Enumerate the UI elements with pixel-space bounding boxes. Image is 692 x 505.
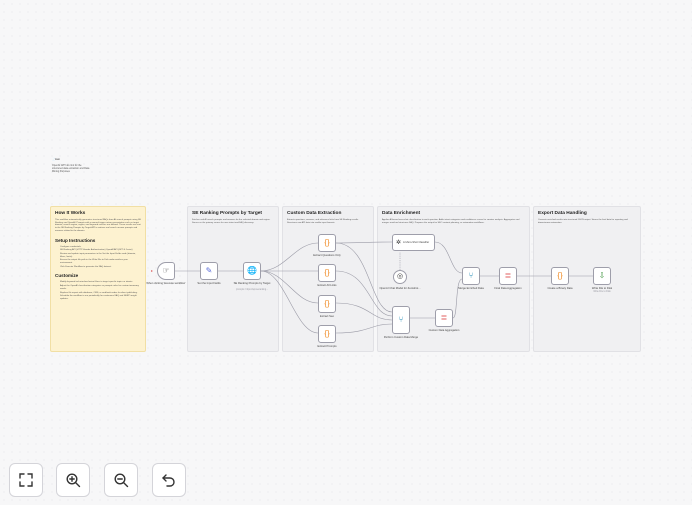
fit-view-button[interactable] — [9, 463, 43, 497]
openai-icon: ◎ — [396, 273, 404, 280]
set-input-label: Set the Input Fields — [197, 282, 221, 285]
binary-label: Create a Binary Data — [547, 287, 573, 290]
merge-custom-label: Perform Custom Data Merge — [383, 336, 419, 339]
extract-prompts-label: Extract Prompts — [317, 345, 337, 348]
trigger-plus-icon[interactable]: ▸ — [151, 268, 153, 273]
se-ranking-node[interactable]: 🌐 — [243, 262, 261, 280]
custom-agg-node[interactable]: ≣ — [435, 309, 453, 327]
se-ranking-label: SE Ranking Prompts by Target — [233, 282, 271, 285]
extract-seo-label: Extract Seo — [320, 315, 334, 318]
classifier-label: AI Zero-Shot Classifier — [403, 241, 430, 244]
fit-view-icon — [19, 473, 33, 487]
cursor-icon: ☞ — [162, 266, 170, 275]
code-icon: {} — [557, 271, 563, 280]
write-file-label: Write File to Disk — [591, 287, 613, 290]
zoom-out-icon — [114, 473, 129, 488]
workflow-canvas[interactable]: 📄Lien OpenAI GPT-4o mini for the structu… — [0, 0, 692, 505]
custom-agg-label: Custom Data Aggregation — [428, 329, 460, 332]
file-write-icon: ⇩ — [598, 271, 606, 280]
final-agg-label: Final Data Aggregation — [494, 287, 522, 290]
undo-icon — [162, 474, 175, 487]
chat-model-node[interactable]: ◎ — [393, 270, 407, 284]
trigger-label: When clicking 'Execute workflow' — [146, 282, 186, 285]
zoom-out-button[interactable] — [104, 463, 138, 497]
classifier-node[interactable]: ✲ AI Zero-Shot Classifier — [392, 234, 435, 251]
code-icon: {} — [324, 299, 330, 308]
pencil-icon: ✎ — [205, 266, 213, 275]
write-file-node[interactable]: ⇩ — [593, 267, 611, 285]
undo-button[interactable] — [152, 463, 186, 497]
set-input-node[interactable]: ✎ — [200, 262, 218, 280]
chat-model-label: OpenAI Chat Model for Zeroshot... — [379, 287, 421, 290]
aggregate-icon: ≣ — [504, 271, 512, 280]
final-agg-node[interactable]: ≣ — [499, 267, 517, 285]
code-icon: {} — [324, 268, 330, 277]
extract-questions-node[interactable]: {} — [318, 234, 336, 252]
trigger-node[interactable]: ☞ — [157, 262, 175, 280]
connection-lines — [175, 241, 593, 334]
binary-node[interactable]: {} — [551, 267, 569, 285]
extract-questions-label: Extract Questions Only — [313, 254, 341, 257]
code-icon: {} — [324, 238, 330, 247]
merge-icon: ⑂ — [468, 271, 474, 280]
extract-prompts-node[interactable]: {} — [318, 325, 336, 343]
zoom-in-icon — [66, 473, 81, 488]
split-icon: ✲ — [396, 239, 402, 246]
se-ranking-sub: prompts: https://api.seranking... — [235, 289, 269, 291]
extract-links-label: Extract All Links — [317, 284, 337, 287]
extract-links-node[interactable]: {} — [318, 264, 336, 282]
merge-enriched-node[interactable]: ⑂ — [462, 267, 480, 285]
merge-icon: ⑂ — [398, 315, 404, 324]
globe-icon: 🌐 — [247, 266, 257, 275]
extract-seo-node[interactable]: {} — [318, 295, 336, 313]
code-icon: {} — [324, 329, 330, 338]
aggregate-icon: ≣ — [440, 313, 448, 322]
write-file-sub: Write File to Disk — [593, 291, 611, 293]
merge-custom-node[interactable]: ⑂ — [392, 306, 410, 334]
zoom-in-button[interactable] — [56, 463, 90, 497]
